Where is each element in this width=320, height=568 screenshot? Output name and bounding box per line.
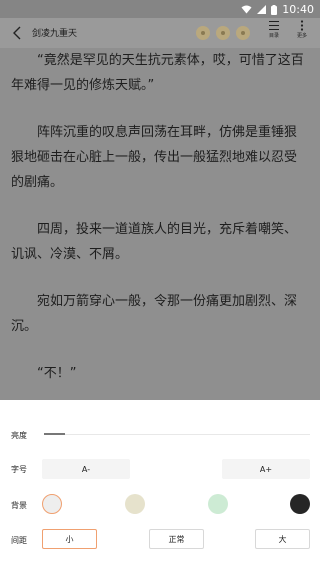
brightness-slider-fill	[44, 433, 66, 435]
spacing-label: 间距	[11, 536, 27, 545]
book-title: 剑凌九重天	[32, 29, 78, 39]
wifi-icon	[241, 5, 252, 14]
back-button[interactable]	[10, 24, 26, 42]
reader-settings-panel: 亮度 字号 A- A+ 背景 间距 小 正常 大	[0, 400, 320, 568]
catalog-button[interactable]: 目录	[262, 20, 286, 39]
mid-circle-icon[interactable]	[216, 26, 230, 40]
next-circle-icon[interactable]	[236, 26, 250, 40]
brightness-label: 亮度	[11, 431, 27, 440]
status-bar: 10:40	[0, 0, 320, 18]
toolbar-circle-group	[196, 26, 250, 40]
status-time: 10:40	[282, 3, 314, 16]
chevron-left-icon	[13, 26, 21, 40]
cell-signal-icon	[257, 5, 267, 14]
background-swatch-beige[interactable]	[125, 494, 145, 514]
paragraph: “不！”	[37, 366, 77, 381]
font-increase-button[interactable]: A+	[222, 459, 310, 479]
prev-circle-icon[interactable]	[196, 26, 210, 40]
reading-content[interactable]: “竟然是罕见的天生抗元素体，哎，可惜了这百年难得一见的修炼天赋。” 阵阵沉重的叹…	[0, 48, 320, 400]
more-button[interactable]: 更多	[290, 20, 314, 39]
background-swatch-dark[interactable]	[290, 494, 310, 514]
brightness-slider[interactable]	[44, 433, 310, 435]
background-swatch-green[interactable]	[208, 494, 228, 514]
spacing-large-button[interactable]: 大	[255, 529, 310, 549]
battery-icon	[271, 4, 278, 15]
catalog-label: 目录	[268, 33, 279, 39]
font-size-label: 字号	[11, 465, 27, 474]
background-label: 背景	[11, 501, 27, 510]
paragraph: “竟然是罕见的天生抗元素体，哎，可惜了这百年难得一见的修炼天赋。”	[11, 53, 304, 93]
paragraph: 阵阵沉重的叹息声回荡在耳畔，仿佛是重锤狠狠地砸击在心脏上一般，传出一般猛烈地难以…	[11, 125, 298, 190]
paragraph: 宛如万箭穿心一般，令那一份痛更加剧烈、深沉。	[11, 294, 298, 334]
spacing-small-button[interactable]: 小	[42, 529, 97, 549]
background-swatch-light-gray[interactable]	[42, 494, 62, 514]
paragraph: 四周，投来一道道族人的目光，充斥着嘲笑、讥讽、冷漠、不屑。	[11, 222, 298, 262]
spacing-normal-button[interactable]: 正常	[149, 529, 204, 549]
reader-toolbar: 剑凌九重天 目录 更多	[0, 18, 320, 48]
more-vertical-icon	[300, 20, 304, 31]
more-label: 更多	[296, 33, 307, 39]
list-icon	[269, 21, 279, 30]
font-decrease-button[interactable]: A-	[42, 459, 130, 479]
